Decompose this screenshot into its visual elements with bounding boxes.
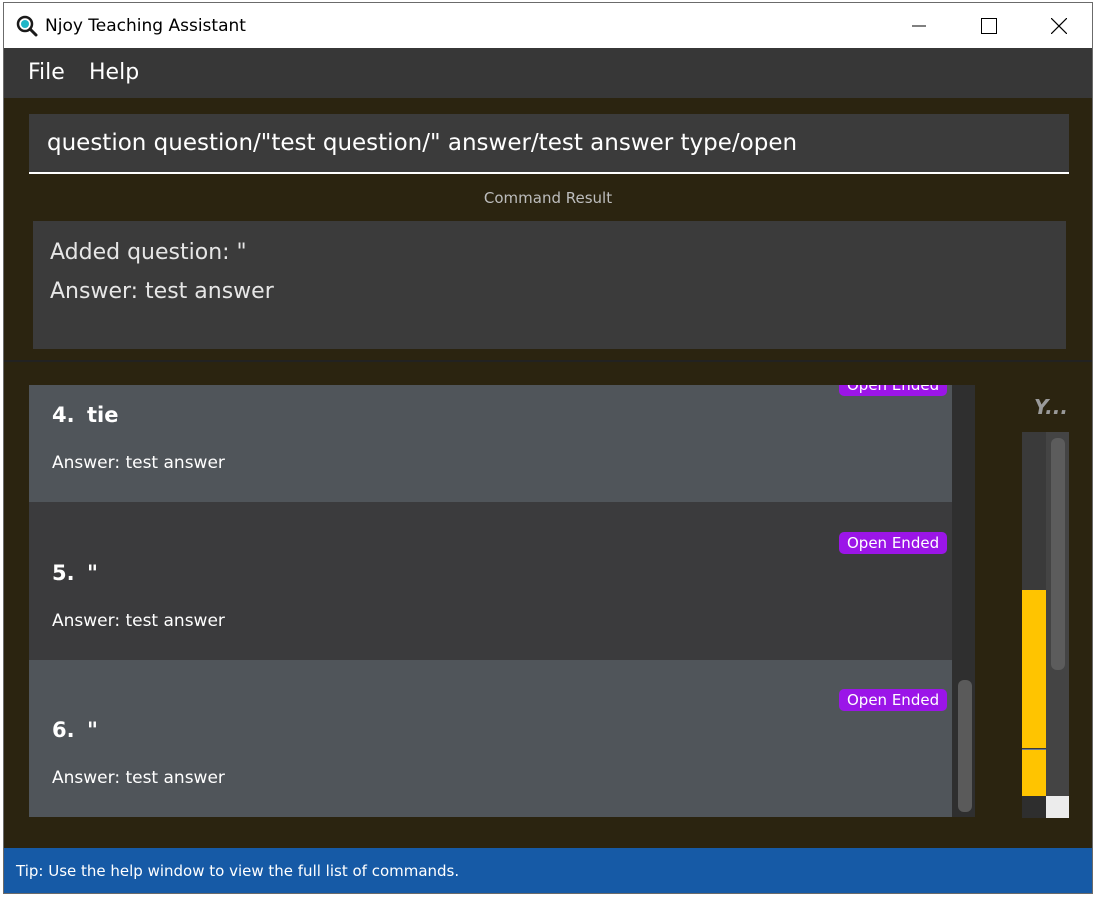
- command-box: [29, 114, 1069, 174]
- scroll-corner: [1046, 796, 1069, 818]
- question-type-badge: Open Ended: [839, 385, 948, 396]
- question-card[interactable]: Open Ended 4. tie Answer: test answer: [29, 385, 952, 502]
- side-panel-title: Y...: [1034, 395, 1068, 419]
- side-panel: [1022, 432, 1069, 818]
- list-scrollbar-thumb[interactable]: [958, 680, 972, 812]
- command-result-display: Added question: " Answer: test answer: [33, 221, 1066, 349]
- command-input[interactable]: [29, 114, 1069, 172]
- question-text: ": [87, 561, 98, 585]
- question-index: 6.: [52, 718, 75, 742]
- question-list[interactable]: Open Ended 4. tie Answer: test answer Op…: [29, 385, 975, 817]
- question-index: 5.: [52, 561, 75, 585]
- question-type-badge: Open Ended: [839, 689, 948, 711]
- question-card[interactable]: Open Ended 5. " Answer: test answer: [29, 502, 952, 660]
- section-divider: [4, 360, 1092, 362]
- close-icon: [1051, 17, 1067, 34]
- result-line: Answer: test answer: [50, 279, 274, 304]
- question-type-badge: Open Ended: [839, 532, 948, 554]
- question-answer: Answer: test answer: [52, 611, 225, 631]
- title-bar[interactable]: Njoy Teaching Assistant: [4, 3, 1092, 48]
- app-window: Njoy Teaching Assistant File Help Comman…: [3, 2, 1093, 894]
- window-title: Njoy Teaching Assistant: [45, 16, 246, 36]
- question-text: ": [87, 718, 98, 742]
- side-scrollbar-thumb[interactable]: [1051, 438, 1065, 670]
- menu-file[interactable]: File: [28, 60, 65, 85]
- close-button[interactable]: [1024, 3, 1092, 48]
- progress-bar-fill: [1022, 590, 1046, 748]
- menu-help[interactable]: Help: [89, 60, 139, 85]
- menu-bar: File Help: [4, 48, 1092, 98]
- question-index: 4.: [52, 403, 75, 427]
- minimize-button[interactable]: [884, 3, 954, 48]
- progress-bar-fill-lower: [1022, 749, 1046, 796]
- app-logo-icon: [16, 15, 38, 37]
- status-bar: Tip: Use the help window to view the ful…: [4, 848, 1092, 893]
- status-tip: Tip: Use the help window to view the ful…: [16, 862, 460, 880]
- maximize-icon: [981, 17, 997, 34]
- question-answer: Answer: test answer: [52, 768, 225, 788]
- command-result-label: Command Result: [483, 189, 613, 207]
- question-card[interactable]: Open Ended 6. " Answer: test answer: [29, 660, 952, 817]
- maximize-button[interactable]: [954, 3, 1024, 48]
- result-line: Added question: ": [50, 240, 247, 265]
- minimize-icon: [912, 25, 926, 26]
- question-answer: Answer: test answer: [52, 453, 225, 473]
- question-text: tie: [87, 403, 119, 427]
